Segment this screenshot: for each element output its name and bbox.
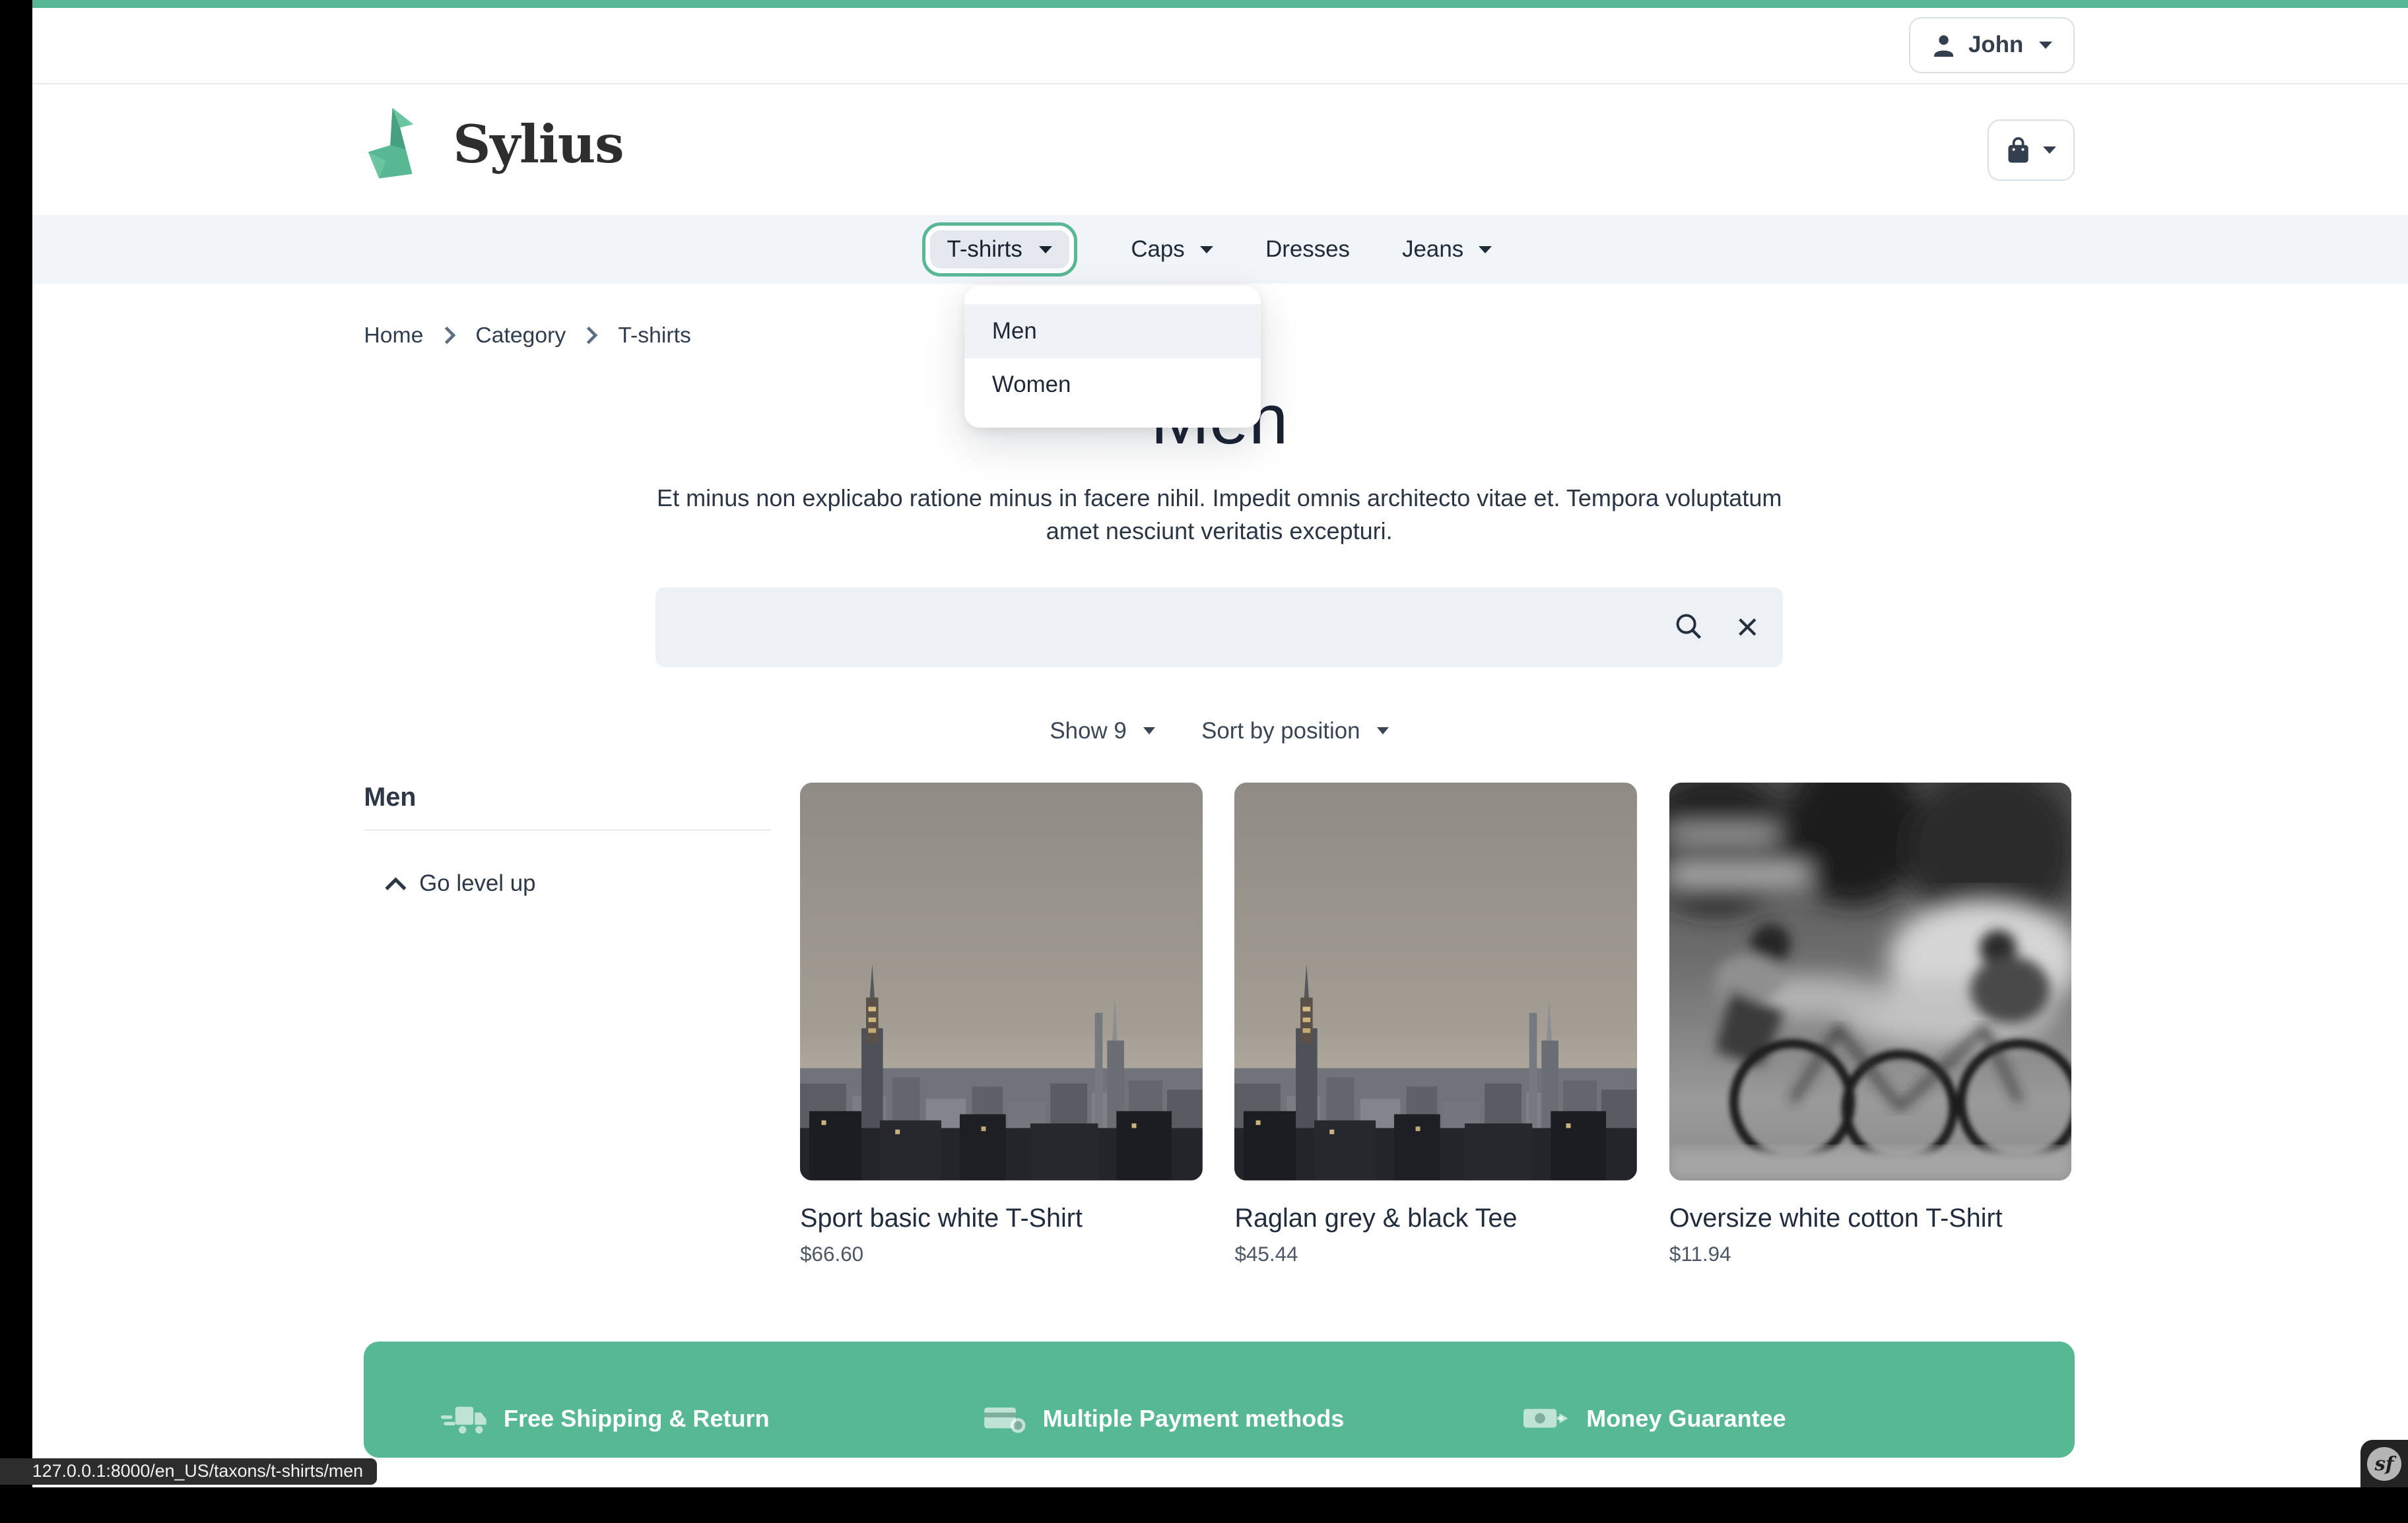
promo-payment: Multiple Payment methods [983,1403,1344,1435]
header: Sylius [32,84,2408,215]
user-topbar: John [32,8,2408,84]
product-name[interactable]: Sport basic white T-Shirt [800,1204,1203,1233]
nav-item-label: Dresses [1265,236,1350,263]
promo-shipping: Free Shipping & Return [441,1403,770,1435]
left-screen-edge [0,0,32,1523]
chevron-right-icon [585,325,598,345]
chevron-up-icon [384,876,407,891]
payment-icon [983,1403,1026,1435]
nav-item-label: Caps [1131,236,1184,263]
go-level-up-label: Go level up [419,870,535,897]
chevron-down-icon [1377,727,1389,734]
swan-logo-icon [364,104,434,184]
status-url-tooltip: 127.0.0.1:8000/en_US/taxons/t-shirts/men [0,1458,377,1485]
product-name[interactable]: Oversize white cotton T-Shirt [1669,1204,2072,1233]
chevron-down-icon [1479,246,1492,253]
product-price: $45.44 [1234,1243,1637,1266]
search-bar [655,587,1783,667]
clear-search-icon[interactable] [1737,615,1758,643]
nav-item-jeans[interactable]: Jeans [1376,236,1518,263]
product-card[interactable]: Oversize white cotton T-Shirt $11.94 [1669,783,2072,1266]
dropdown-item-women[interactable]: Women [964,358,1261,412]
promo-label: Money Guarantee [1586,1405,1786,1433]
shopping-bag-icon [2006,137,2030,164]
breadcrumb-current: T-shirts [618,323,691,348]
nav-item-label: Jeans [1402,236,1463,263]
go-level-up-link[interactable]: Go level up [384,870,771,897]
product-image-city-skyline[interactable] [800,783,1203,1181]
product-card[interactable]: Raglan grey & black Tee $45.44 [1234,783,1637,1266]
symfony-debug-toolbar-button[interactable]: sf [2360,1440,2408,1487]
product-image-blurred-cyclists[interactable] [1669,783,2072,1181]
chevron-down-icon [1039,246,1052,253]
nav-item-label: T-shirts [947,236,1022,263]
listing-toolbar: Show 9 Sort by position [364,718,2075,744]
sort-label: Sort by position [1201,718,1360,744]
sidebar-taxon-title: Men [364,783,771,831]
product-grid: Sport basic white T-Shirt $66.60 [800,783,2071,1266]
product-card[interactable]: Sport basic white T-Shirt $66.60 [800,783,1203,1266]
search-input[interactable] [655,587,1718,667]
storefront-page: John Sylius T-s [0,0,2408,1523]
nav-item-caps[interactable]: Caps [1105,236,1240,263]
truck-icon [441,1403,487,1435]
nav-item-tshirts[interactable]: T-shirts [922,222,1077,277]
chevron-down-icon [1143,727,1155,734]
promo-footer: Free Shipping & Return Multiple Payment … [364,1342,2075,1458]
chevron-down-icon [1200,246,1213,253]
person-icon [1931,33,1956,57]
account-menu-button[interactable]: John [1909,17,2075,73]
chevron-down-icon [2039,42,2052,49]
promo-label: Multiple Payment methods [1043,1405,1345,1433]
page-description: Et minus non explicabo ratione minus in … [634,482,1805,548]
chevron-right-icon [444,325,456,345]
symfony-logo-icon: sf [2367,1447,2401,1481]
brand-logo[interactable]: Sylius [364,104,623,184]
sort-dropdown[interactable]: Sort by position [1201,718,1389,744]
account-menu-label: John [1968,32,2023,58]
product-image-city-skyline[interactable] [1234,783,1637,1181]
promo-label: Free Shipping & Return [504,1405,770,1433]
top-accent-bar [32,0,2408,8]
listing-area: Men Go level up [364,783,2075,1266]
chevron-down-icon [2043,146,2056,154]
breadcrumb-category[interactable]: Category [475,323,566,348]
show-per-page-label: Show 9 [1050,718,1126,744]
search-icon[interactable] [1674,612,1703,647]
product-price: $11.94 [1669,1243,2072,1266]
tshirts-dropdown-menu: Men Women [964,286,1261,428]
product-name[interactable]: Raglan grey & black Tee [1234,1204,1637,1233]
dropdown-item-men[interactable]: Men [964,304,1261,358]
main-navigation: T-shirts Caps Dresses Jeans [32,215,2408,284]
nav-item-dresses[interactable]: Dresses [1240,236,1376,263]
product-price: $66.60 [800,1243,1203,1266]
taxon-sidebar: Men Go level up [364,783,771,1266]
money-icon [1523,1403,1570,1435]
bottom-screen-edge [0,1487,2408,1523]
brand-name: Sylius [453,113,623,175]
show-per-page-dropdown[interactable]: Show 9 [1050,718,1155,744]
content-column: Home Category T-shirts Men Et minus non … [364,284,2075,1458]
breadcrumb-home[interactable]: Home [364,323,423,348]
cart-button[interactable] [1988,119,2075,180]
promo-money: Money Guarantee [1523,1403,1786,1435]
